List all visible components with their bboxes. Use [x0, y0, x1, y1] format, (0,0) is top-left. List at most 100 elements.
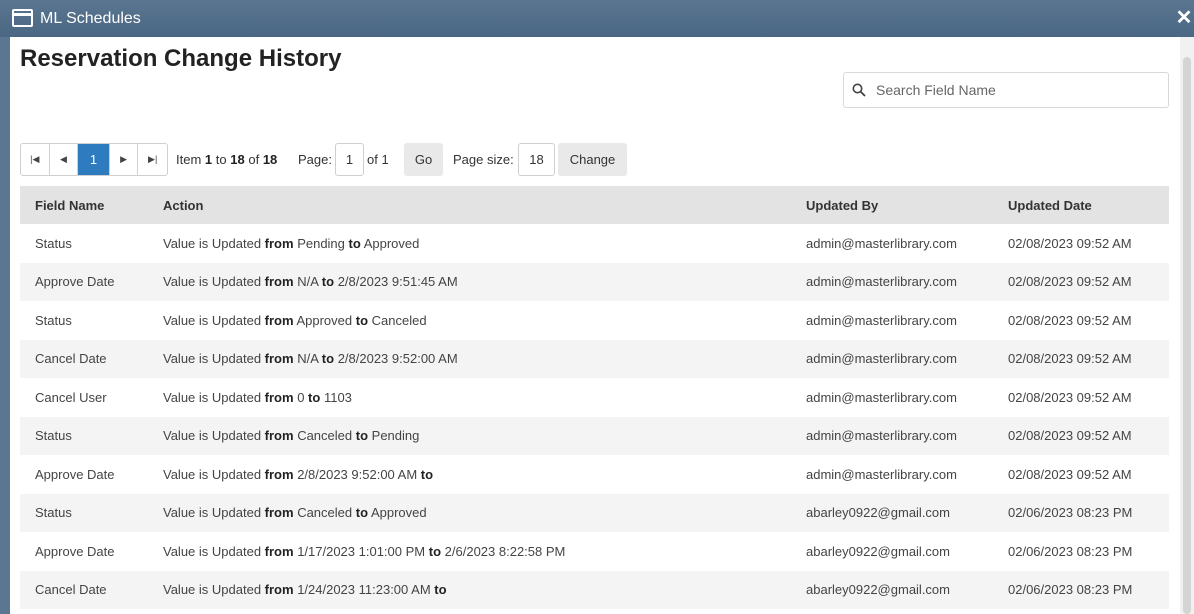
column-header-field-name[interactable]: Field Name [20, 186, 148, 224]
page-size-label: Page size: [453, 152, 514, 167]
to-keyword: to [355, 312, 369, 328]
scrollbar-thumb[interactable] [1183, 57, 1191, 614]
action-prefix: Value is Updated [163, 428, 262, 444]
table-header-row: Field Name Action Updated By Updated Dat… [20, 186, 1169, 224]
from-value: Canceled [297, 428, 353, 444]
cell-field-name: Cancel Date [35, 351, 107, 367]
table-row[interactable]: Status Value is Updated from Approved to … [20, 301, 1169, 340]
cell-updated-by: admin@masterlibrary.com [806, 312, 957, 328]
table-row[interactable]: Status Value is Updated from Pending to A… [20, 224, 1169, 263]
from-value: 1/24/2023 11:23:00 AM [297, 582, 431, 598]
table-row[interactable]: Status Value is Updated from Canceled to … [20, 493, 1169, 533]
to-keyword: to [348, 235, 361, 251]
from-value: 0 [297, 389, 305, 405]
search-input[interactable] [876, 79, 1161, 101]
from-value: N/A [297, 351, 319, 367]
cell-updated-by: admin@masterlibrary.com [806, 351, 957, 367]
to-keyword: to [321, 351, 335, 367]
item-range: Item 1 to 18 of 18 [176, 152, 278, 167]
prev-page-icon: ◀ [59, 154, 67, 164]
current-page-button[interactable]: 1 [78, 144, 110, 175]
action-prefix: Value is Updated [163, 582, 262, 598]
cell-updated-date: 02/08/2023 09:52 AM [1008, 274, 1132, 290]
cell-updated-by: admin@masterlibrary.com [806, 389, 957, 405]
to-value: 2/8/2023 9:51:45 AM [337, 274, 458, 290]
from-value: 1/17/2023 1:01:00 PM [297, 543, 426, 559]
dialog-content: Reservation Change History |◀ ◀ 1 ▶ ▶| [10, 37, 1180, 614]
to-keyword: to [355, 428, 369, 444]
cell-action: Value is Updated from Approved to Cancel… [148, 301, 791, 340]
action-prefix: Value is Updated [163, 543, 262, 559]
cell-updated-date: 02/06/2023 08:23 PM [1008, 543, 1133, 559]
first-page-button[interactable]: |◀ [21, 144, 50, 175]
cell-field-name: Status [35, 312, 72, 328]
cell-updated-by: admin@masterlibrary.com [806, 235, 957, 251]
window-titlebar: ML Schedules ✕ [0, 0, 1194, 37]
to-value: Pending [371, 428, 420, 444]
table-row[interactable]: Approve Date Value is Updated from 2/8/20… [20, 455, 1169, 494]
to-keyword: to [434, 582, 447, 598]
action-prefix: Value is Updated [163, 312, 262, 328]
search-icon [852, 83, 866, 97]
table-row[interactable]: Cancel User Value is Updated from 0 to 11… [20, 378, 1169, 417]
cell-updated-date: 02/06/2023 08:23 PM [1008, 582, 1133, 598]
cell-updated-by: abarley0922@gmail.com [806, 582, 950, 598]
to-keyword: to [355, 505, 369, 521]
cell-field-name: Approve Date [35, 274, 115, 290]
close-icon[interactable]: ✕ [1174, 6, 1194, 30]
page-size-input[interactable] [518, 143, 555, 176]
cell-updated-by: admin@masterlibrary.com [806, 274, 957, 290]
page-label: Page: [298, 152, 332, 167]
scrollbar[interactable] [1180, 37, 1194, 614]
from-keyword: from [264, 582, 294, 598]
to-value: Approved [363, 235, 420, 251]
to-keyword: to [308, 389, 321, 405]
action-prefix: Value is Updated [163, 351, 262, 367]
cell-field-name: Status [35, 235, 72, 251]
cell-action: Value is Updated from Pending to Approve… [148, 224, 791, 263]
cell-updated-date: 02/06/2023 08:23 PM [1008, 505, 1133, 521]
to-value: 2/8/2023 9:52:00 AM [337, 351, 458, 367]
table-row[interactable]: Cancel Date Value is Updated from N/A to … [20, 339, 1169, 379]
cell-updated-date: 02/08/2023 09:52 AM [1008, 466, 1132, 482]
column-header-action[interactable]: Action [148, 186, 791, 224]
to-keyword: to [420, 466, 434, 482]
from-keyword: from [264, 235, 294, 251]
go-button[interactable]: Go [404, 143, 443, 176]
last-page-button[interactable]: ▶| [138, 144, 167, 175]
window-frame [0, 37, 10, 614]
cell-action: Value is Updated from 1/24/2023 11:23:00… [148, 571, 791, 610]
cell-updated-by: admin@masterlibrary.com [806, 428, 957, 444]
to-value: 2/6/2023 8:22:58 PM [444, 543, 566, 559]
prev-page-button[interactable]: ◀ [50, 144, 79, 175]
from-keyword: from [264, 351, 294, 367]
from-keyword: from [264, 543, 294, 559]
to-keyword: to [321, 274, 335, 290]
cell-action: Value is Updated from Canceled to Approv… [148, 494, 791, 533]
next-page-button[interactable]: ▶ [110, 144, 139, 175]
from-keyword: from [264, 466, 294, 482]
table-row[interactable]: Status Value is Updated from Canceled to … [20, 416, 1169, 455]
column-header-updated-by[interactable]: Updated By [791, 186, 993, 224]
to-value: Canceled [371, 312, 427, 328]
table-row[interactable]: Approve Date Value is Updated from 1/17/2… [20, 532, 1169, 571]
cell-action: Value is Updated from N/A to 2/8/2023 9:… [148, 340, 791, 379]
action-prefix: Value is Updated [163, 274, 262, 290]
table-row[interactable]: Approve Date Value is Updated from N/A to… [20, 262, 1169, 301]
action-prefix: Value is Updated [163, 466, 262, 482]
page-title: Reservation Change History [20, 45, 342, 72]
action-prefix: Value is Updated [163, 235, 262, 251]
to-value: Approved [370, 505, 427, 521]
from-keyword: from [264, 505, 294, 521]
search-box [843, 72, 1169, 108]
last-page-icon: ▶| [148, 154, 158, 164]
change-button[interactable]: Change [558, 143, 627, 176]
from-value: 2/8/2023 9:52:00 AM [297, 466, 418, 482]
table-row[interactable]: Cancel Date Value is Updated from 1/24/20… [20, 570, 1169, 610]
page-number-input[interactable] [335, 143, 364, 176]
from-keyword: from [264, 389, 294, 405]
cell-field-name: Approve Date [35, 543, 115, 559]
column-header-updated-date[interactable]: Updated Date [993, 186, 1169, 224]
to-keyword: to [428, 543, 442, 559]
window-icon [12, 9, 33, 27]
